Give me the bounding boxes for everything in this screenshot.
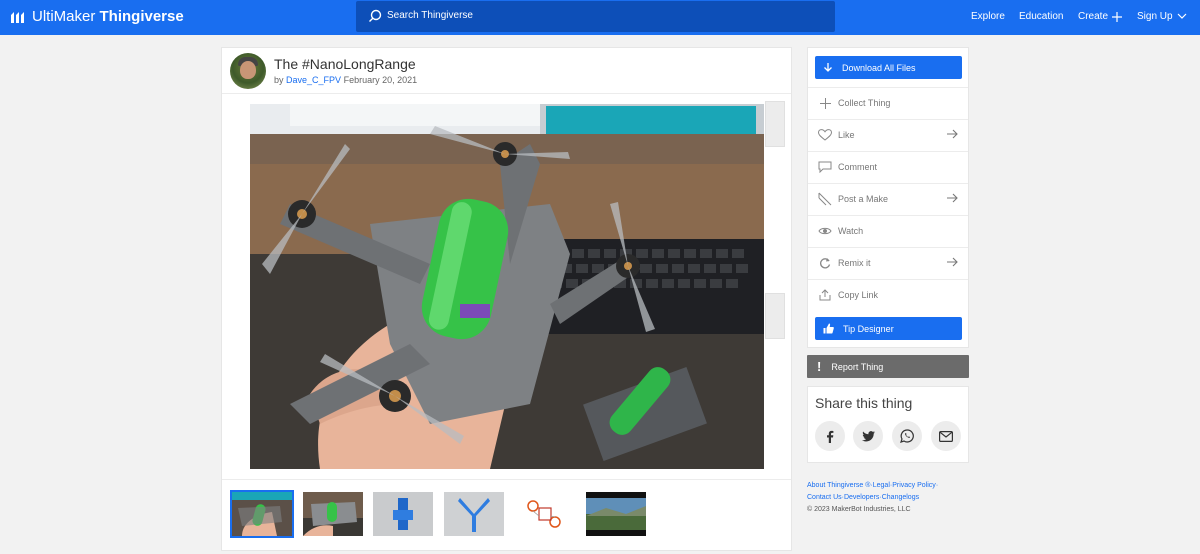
plus-icon <box>1112 11 1123 22</box>
search-icon <box>369 9 382 22</box>
nav-education[interactable]: Education <box>1019 11 1063 22</box>
header-divider <box>222 93 791 94</box>
tip-designer-button[interactable]: Tip Designer <box>815 317 962 340</box>
search-placeholder: Search Thingiverse <box>387 10 473 21</box>
drone-photo <box>250 104 764 469</box>
thumbnail-5[interactable] <box>515 492 575 536</box>
footer-line-1: About Thingiverse ®·Legal·Privacy Policy… <box>807 482 939 489</box>
download-icon <box>824 62 832 72</box>
share-panel: Share this thing <box>807 386 969 463</box>
share-email-button[interactable] <box>931 421 961 451</box>
thumbnail-blue-part-1-image <box>373 492 433 536</box>
comment-icon <box>818 161 832 173</box>
watch-label: Watch <box>838 226 864 236</box>
gallery-scroll-up[interactable] <box>765 101 785 147</box>
footer-about-link[interactable]: About Thingiverse ® <box>807 482 870 489</box>
thumbnail-6[interactable] <box>586 492 646 536</box>
byline-by: by <box>274 75 284 85</box>
share-link-icon <box>819 289 831 301</box>
nav-sign-up-label: Sign Up <box>1137 11 1173 22</box>
email-icon <box>939 430 953 442</box>
report-thing-label: Report Thing <box>831 361 884 372</box>
thing-actions-panel: Download All Files Collect Thing Like Co… <box>807 47 969 348</box>
nav-create[interactable]: Create <box>1078 11 1123 22</box>
collect-thing-label: Collect Thing <box>838 98 891 108</box>
thumbnail-blue-part-2-image <box>444 492 504 536</box>
like-label: Like <box>838 130 855 140</box>
search-input[interactable]: Search Thingiverse <box>356 1 835 32</box>
thumbnail-1[interactable] <box>230 490 294 538</box>
top-navigation-bar: UltiMaker Thingiverse Search Thingiverse… <box>0 0 1200 35</box>
report-thing-button[interactable]: ! Report Thing <box>807 355 969 378</box>
arrow-right-icon <box>947 129 958 139</box>
footer-developers-link[interactable]: Developers <box>844 494 879 501</box>
arrow-right-icon <box>947 257 958 267</box>
logo-word-thingiverse: Thingiverse <box>99 8 184 25</box>
author-link[interactable]: Dave_C_FPV <box>286 75 341 85</box>
avatar-face <box>240 61 256 79</box>
tip-designer-label: Tip Designer <box>843 323 894 334</box>
footer-line-2: Contact Us·Developers·Changelogs <box>807 494 920 501</box>
watch-button[interactable]: Watch <box>808 215 968 246</box>
post-a-make-button[interactable]: Post a Make <box>808 183 968 214</box>
footer-contact-link[interactable]: Contact Us <box>807 494 842 501</box>
remix-it-label: Remix it <box>838 258 871 268</box>
footer-privacy-link[interactable]: Privacy Policy <box>892 482 936 489</box>
author-avatar[interactable] <box>230 53 266 89</box>
gallery-divider <box>222 479 791 480</box>
thumbnail-drone-desk-image <box>303 492 363 536</box>
download-label: Download All Files <box>842 62 916 73</box>
share-title: Share this thing <box>815 395 913 411</box>
thumbs-up-icon <box>823 323 834 334</box>
thumbnail-drone-in-hand-image <box>232 492 292 536</box>
nav-education-label: Education <box>1019 11 1064 22</box>
nav-create-label: Create <box>1078 11 1109 22</box>
thing-card: The #NanoLongRange by Dave_C_FPV Februar… <box>221 47 792 551</box>
download-all-files-button[interactable]: Download All Files <box>815 56 962 79</box>
site-footer: About Thingiverse ®·Legal·Privacy Policy… <box>807 480 977 516</box>
eye-icon <box>818 227 832 235</box>
main-thing-image[interactable] <box>250 104 764 469</box>
ultimaker-logo-icon <box>11 11 24 23</box>
remix-icon <box>820 258 831 269</box>
logo-word-ultimaker: UltiMaker <box>32 8 96 25</box>
remix-it-button[interactable]: Remix it <box>808 247 968 278</box>
footer-changelogs-link[interactable]: Changelogs <box>882 494 919 501</box>
publish-date: February 20, 2021 <box>343 75 418 85</box>
plus-icon <box>819 97 831 109</box>
post-a-make-label: Post a Make <box>838 194 889 204</box>
thing-title: The #NanoLongRange <box>274 56 416 72</box>
nav-sign-up[interactable]: Sign Up <box>1137 11 1187 22</box>
copy-link-button[interactable]: Copy Link <box>808 279 968 310</box>
share-twitter-button[interactable] <box>853 421 883 451</box>
twitter-icon <box>861 430 875 441</box>
share-whatsapp-button[interactable] <box>892 421 922 451</box>
exclamation-icon: ! <box>817 359 822 374</box>
thumbnail-video-landscape-image <box>586 492 646 536</box>
copy-link-label: Copy Link <box>838 290 879 300</box>
collect-thing-button[interactable]: Collect Thing <box>808 87 968 118</box>
like-button[interactable]: Like <box>808 119 968 150</box>
nav-explore-label: Explore <box>971 11 1005 22</box>
facebook-icon <box>827 430 834 443</box>
whatsapp-icon <box>900 429 914 443</box>
footer-copyright: © 2023 MakerBot Industries, LLC <box>807 506 911 513</box>
nav-explore[interactable]: Explore <box>971 11 1005 22</box>
share-facebook-button[interactable] <box>815 421 845 451</box>
gallery-scroll-next[interactable] <box>765 293 785 339</box>
thumbnail-3[interactable] <box>373 492 433 536</box>
heart-icon <box>818 129 832 141</box>
chevron-down-icon <box>1177 13 1187 19</box>
thumbnail-orange-diagram-image <box>515 492 575 536</box>
thumbnail-2[interactable] <box>303 492 363 536</box>
arrow-right-icon <box>947 193 958 203</box>
comment-button[interactable]: Comment <box>808 151 968 182</box>
site-logo[interactable]: UltiMaker Thingiverse <box>10 8 184 25</box>
comment-label: Comment <box>838 162 878 172</box>
make-icon <box>818 192 832 206</box>
thing-byline: by Dave_C_FPV February 20, 2021 <box>274 75 417 85</box>
thumbnail-4[interactable] <box>444 492 504 536</box>
footer-legal-link[interactable]: Legal <box>873 482 890 489</box>
